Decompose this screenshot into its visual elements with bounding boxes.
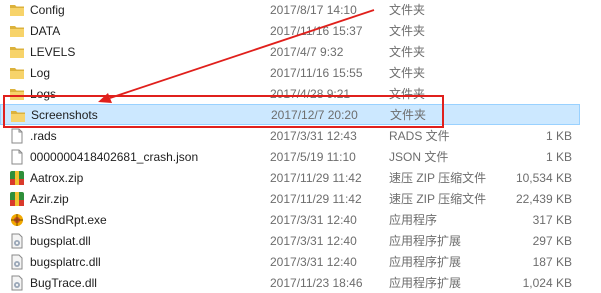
- file-date-modified: 2017/4/7 9:32: [270, 44, 344, 59]
- file-size: 1,024 KB: [522, 275, 572, 290]
- folder-icon: [9, 44, 25, 60]
- file-name: DATA: [30, 23, 61, 38]
- folder-icon: [9, 65, 25, 81]
- file-size: 10,534 KB: [515, 170, 572, 185]
- zip-archive-icon: [9, 170, 25, 186]
- file-name: Logs: [30, 86, 57, 101]
- file-date-modified: 2017/3/31 12:43: [270, 128, 357, 143]
- file-icon: [9, 149, 25, 165]
- file-name: Log: [30, 65, 51, 80]
- file-type: 应用程序: [389, 213, 438, 227]
- file-date-modified: 2017/11/29 11:42: [270, 170, 362, 185]
- dll-icon: [9, 275, 25, 291]
- file-row[interactable]: Azir.zip 2017/11/29 11:42 速压 ZIP 压缩文件 22,43…: [0, 188, 580, 209]
- file-size: 22,439 KB: [515, 191, 572, 206]
- file-date-modified: 2017/11/23 18:46: [270, 275, 363, 290]
- file-name: bugsplatrc.dll: [30, 254, 101, 269]
- file-list: Config 2017/8/17 14:10 文件夹 DATA 2017/11/16 1…: [0, 0, 601, 291]
- file-date-modified: 2017/3/31 12:40: [270, 233, 357, 248]
- file-date-modified: 2017/11/16 15:55: [270, 65, 363, 80]
- file-name: Azir.zip: [30, 191, 69, 206]
- file-date-modified: 2017/8/17 14:10: [270, 2, 357, 17]
- file-row[interactable]: Logs 2017/4/28 9:21 文件夹: [0, 83, 580, 104]
- file-name: LEVELS: [30, 44, 76, 59]
- file-name: Aatrox.zip: [30, 170, 84, 185]
- file-icon: [9, 128, 25, 144]
- dll-icon: [9, 254, 25, 270]
- file-row[interactable]: Config 2017/8/17 14:10 文件夹: [0, 0, 580, 20]
- file-name: Screenshots: [31, 107, 98, 122]
- file-type: 文件夹: [389, 3, 426, 17]
- file-date-modified: 2017/3/31 12:40: [270, 254, 357, 269]
- file-type: 应用程序扩展: [389, 276, 462, 290]
- file-date-modified: 2017/12/7 20:20: [271, 107, 358, 122]
- file-name: bugsplat.dll: [30, 233, 91, 248]
- file-row[interactable]: 0000000418402681_crash.json 2017/5/19 11:…: [0, 146, 580, 167]
- file-row[interactable]: .rads 2017/3/31 12:43 RADS 文件 1 KB: [0, 125, 580, 146]
- file-row[interactable]: BsSndRpt.exe 2017/3/31 12:40 应用程序 317 KB: [0, 209, 580, 230]
- file-type: JSON 文件: [389, 150, 449, 164]
- file-type: 文件夹: [389, 66, 426, 80]
- folder-icon: [9, 86, 25, 102]
- folder-icon: [10, 108, 26, 124]
- file-name: 0000000418402681_crash.json: [30, 149, 199, 164]
- file-row[interactable]: LEVELS 2017/4/7 9:32 文件夹: [0, 41, 580, 62]
- file-type: 速压 ZIP 压缩文件: [389, 171, 487, 185]
- file-name: BsSndRpt.exe: [30, 212, 107, 227]
- file-name: Config: [30, 2, 65, 17]
- file-row[interactable]: Aatrox.zip 2017/11/29 11:42 速压 ZIP 压缩文件 10,…: [0, 167, 580, 188]
- file-size: 1 KB: [545, 128, 572, 143]
- file-type: 应用程序扩展: [389, 234, 462, 248]
- file-type: RADS 文件: [389, 129, 450, 143]
- file-row[interactable]: Screenshots 2017/12/7 20:20 文件夹: [0, 104, 580, 125]
- file-type: 文件夹: [389, 24, 426, 38]
- file-type: 文件夹: [390, 108, 427, 122]
- file-type: 文件夹: [389, 87, 426, 101]
- file-date-modified: 2017/11/16 15:37: [270, 23, 363, 38]
- file-date-modified: 2017/11/29 11:42: [270, 191, 362, 206]
- file-row[interactable]: BugTrace.dll 2017/11/23 18:46 应用程序扩展 1,024 …: [0, 272, 580, 293]
- file-name: BugTrace.dll: [30, 275, 97, 290]
- file-row[interactable]: Log 2017/11/16 15:55 文件夹: [0, 62, 580, 83]
- dll-icon: [9, 233, 25, 249]
- file-row[interactable]: bugsplatrc.dll 2017/3/31 12:40 应用程序扩展 187 K…: [0, 251, 580, 272]
- file-size: 187 KB: [532, 254, 572, 269]
- file-date-modified: 2017/3/31 12:40: [270, 212, 357, 227]
- exe-icon: [9, 212, 25, 228]
- file-row[interactable]: DATA 2017/11/16 15:37 文件夹: [0, 20, 580, 41]
- file-type: 速压 ZIP 压缩文件: [389, 192, 487, 206]
- file-row[interactable]: bugsplat.dll 2017/3/31 12:40 应用程序扩展 297 KB: [0, 230, 580, 251]
- folder-icon: [9, 2, 25, 18]
- file-size: 1 KB: [545, 149, 572, 164]
- file-name: .rads: [30, 128, 57, 143]
- file-date-modified: 2017/4/28 9:21: [270, 86, 351, 101]
- folder-icon: [9, 23, 25, 39]
- file-date-modified: 2017/5/19 11:10: [270, 149, 356, 164]
- file-type: 应用程序扩展: [389, 255, 462, 269]
- file-size: 297 KB: [532, 233, 572, 248]
- zip-archive-icon: [9, 191, 25, 207]
- file-type: 文件夹: [389, 45, 426, 59]
- file-size: 317 KB: [532, 212, 572, 227]
